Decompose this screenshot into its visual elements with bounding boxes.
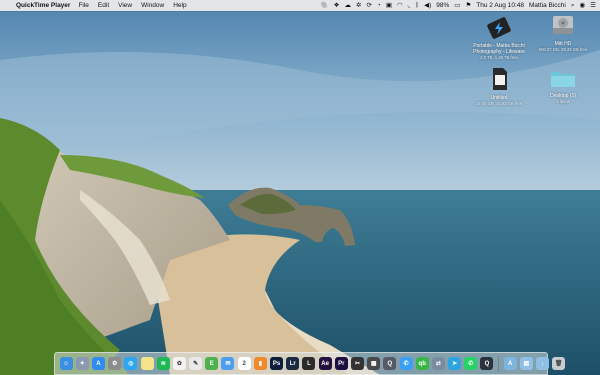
premiere-icon[interactable]: Pr [334, 357, 348, 370]
documents-folder-icon[interactable]: ▤ [519, 357, 533, 370]
lightroom-icon[interactable]: Lr [286, 357, 300, 370]
books-icon[interactable]: ▮ [253, 357, 267, 370]
battery-percent[interactable]: 98% [436, 0, 449, 11]
battery-icon[interactable]: ▭ [454, 0, 460, 11]
applications-folder-icon[interactable]: A [503, 357, 517, 370]
quicktime-icon[interactable]: Q [383, 357, 397, 370]
downloads-folder-icon[interactable]: ↓ [536, 357, 550, 370]
folder-icon [551, 72, 575, 87]
safari-icon[interactable]: ◎ [124, 357, 138, 370]
lightroom-classic-icon[interactable]: L [302, 357, 316, 370]
finder-icon[interactable]: ☺ [59, 357, 73, 370]
spotify-icon[interactable]: ≋ [156, 357, 170, 370]
menu-file[interactable]: File [78, 2, 88, 9]
volume-icon[interactable]: ◀) [424, 0, 431, 11]
cloud-status-icon[interactable]: ☁ [345, 0, 352, 11]
calendar-icon[interactable]: 2 [237, 357, 251, 370]
bluetooth-icon[interactable]: ᛒ [415, 0, 419, 11]
textedit-icon[interactable]: ✎ [189, 357, 203, 370]
migration-icon[interactable]: ⇄ [431, 357, 445, 370]
qbittorrent-icon[interactable]: qb [415, 357, 429, 370]
desktop-icon-portable-drive[interactable]: Portable - Mattia Bicchi Photography - L… [464, 16, 534, 61]
menu-bar: QuickTime Player File Edit View Window H… [0, 0, 600, 11]
dock: ☺ ✦ A ⚙ ◎ ≋ ✿ ✎ E ✉ 2 ▮ Ps Lr L Ae Pr ✂ ▦ Q ✆ qb ⇄ ➤ ✆ Q A ▤ ↓ 🗑 [54, 352, 566, 375]
app-status-icon[interactable]: ▣ [386, 0, 392, 11]
flag-icon[interactable]: ⚑ [465, 0, 471, 11]
portable-drive-info: 2,0 TB, 1,36 TB free [480, 55, 518, 60]
menu-window[interactable]: Window [141, 2, 164, 9]
clock[interactable]: Thu 2 Aug 10:48 [476, 0, 524, 11]
dropbox-status-icon[interactable]: ❖ [334, 0, 340, 11]
mail-icon[interactable]: ✉ [221, 357, 235, 370]
trash-icon[interactable]: 🗑 [552, 357, 566, 370]
menu-view[interactable]: View [118, 2, 132, 9]
external-drive-icon [487, 17, 511, 39]
photoshop-icon[interactable]: Ps [270, 357, 284, 370]
final-cut-icon[interactable]: ✂ [350, 357, 364, 370]
menu-edit[interactable]: Edit [98, 2, 109, 9]
telegram-icon[interactable]: ➤ [448, 357, 462, 370]
launchpad-icon[interactable]: ✦ [75, 357, 89, 370]
mitt-hd-info: 500,07 GB, 39,33 GB free [538, 47, 588, 52]
gear-status-icon[interactable]: ✲ [356, 0, 361, 11]
quicktime-player-icon[interactable]: Q [480, 357, 494, 370]
spotlight-search-icon[interactable]: ⌕ [571, 0, 575, 11]
system-preferences-icon[interactable]: ⚙ [108, 357, 122, 370]
desktop-icon-untitled[interactable]: Untitled 15,93 GB, 15,93 GB free [464, 66, 534, 107]
menu-help[interactable]: Help [173, 2, 186, 9]
notes-icon[interactable] [140, 357, 154, 370]
photos-icon[interactable]: ✿ [172, 357, 186, 370]
whatsapp-icon[interactable]: ✆ [464, 357, 478, 370]
evernote-icon[interactable]: E [205, 357, 219, 370]
dock-separator [498, 355, 500, 372]
app-store-icon[interactable]: A [91, 357, 105, 370]
desktop-folder-info: 3 items [556, 99, 570, 104]
messages-icon[interactable]: ✆ [399, 357, 413, 370]
evernote-status-icon[interactable]: 🐘 [321, 0, 329, 11]
timer-status-icon[interactable]: ◔ [377, 0, 381, 11]
siri-icon[interactable]: ◉ [580, 0, 586, 11]
wifi-icon[interactable]: ◟ [408, 0, 411, 11]
desktop-icon-mitt-hd[interactable]: Mitt HD 500,07 GB, 39,33 GB free [528, 12, 598, 53]
untitled-info: 15,93 GB, 15,93 GB free [475, 101, 523, 106]
user-name[interactable]: Mattia Bicchi [529, 0, 566, 11]
status-area: 🐘 ❖ ☁ ✲ ⟳ ◔ ▣ ◠ ◟ ᛒ ◀) 98% ▭ ⚑ Thu 2 Aug… [321, 0, 600, 11]
notification-center-icon[interactable]: ☰ [590, 0, 596, 11]
after-effects-icon[interactable]: Ae [318, 357, 332, 370]
app-menu-quicktime-player[interactable]: QuickTime Player [16, 2, 70, 9]
compressor-icon[interactable]: ▦ [367, 357, 381, 370]
desktop-icon-desktop-folder[interactable]: Desktop (1) 3 items [528, 66, 598, 105]
sync-status-icon[interactable]: ⟳ [366, 0, 371, 11]
headphones-status-icon[interactable]: ◠ [397, 0, 403, 11]
internal-drive-icon [553, 16, 573, 34]
sd-card-icon [493, 68, 507, 90]
